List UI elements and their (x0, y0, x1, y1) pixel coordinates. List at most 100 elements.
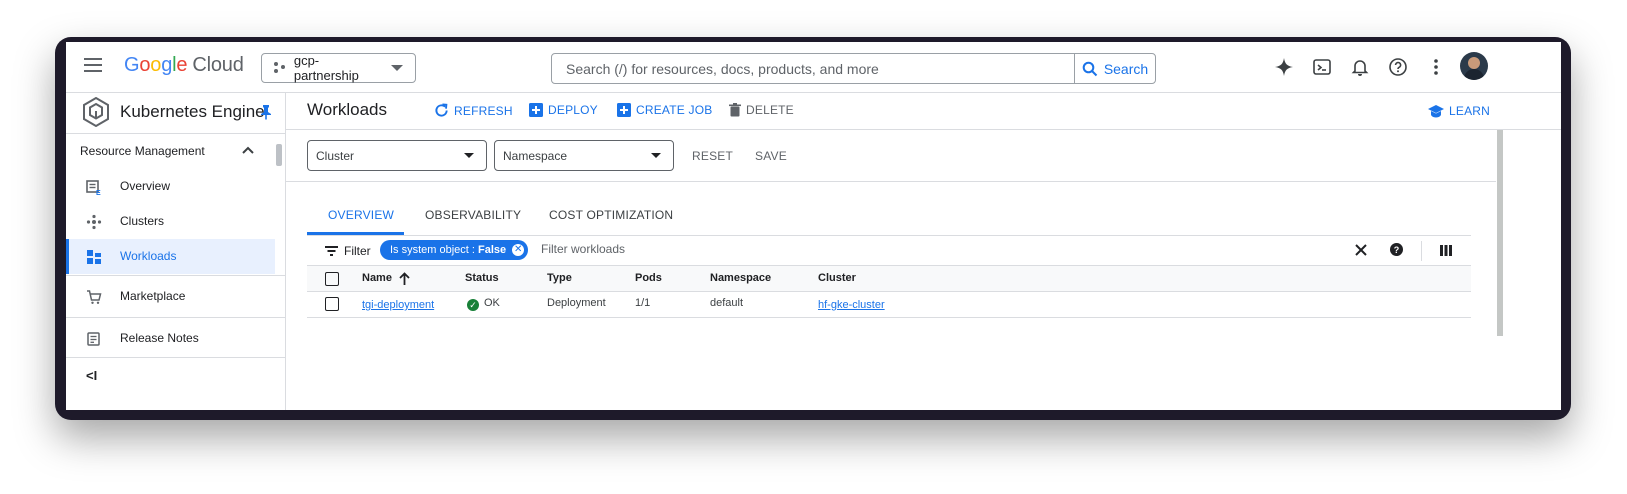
sidebar: Kubernetes Engine Resource Management E … (66, 93, 286, 410)
column-header-namespace[interactable]: Namespace (710, 272, 771, 284)
column-header-status[interactable]: Status (465, 272, 499, 284)
deploy-button[interactable]: DEPLOY (529, 103, 598, 117)
chevron-down-icon (391, 65, 403, 71)
sidebar-item-label: Release Notes (120, 331, 199, 345)
select-all-checkbox[interactable] (325, 272, 339, 286)
delete-button[interactable]: DELETE (729, 103, 794, 117)
add-box-icon (617, 103, 631, 117)
tab-bar: OVERVIEW OBSERVABILITY COST OPTIMIZATION (307, 205, 1471, 236)
project-selector[interactable]: gcp-partnership (261, 53, 416, 83)
divider (286, 181, 1496, 182)
filter-workloads-input[interactable] (539, 241, 1043, 257)
main-scrollbar[interactable] (1497, 130, 1503, 336)
refresh-button[interactable]: REFRESH (434, 103, 513, 118)
column-header-pods[interactable]: Pods (635, 272, 662, 284)
divider (66, 357, 285, 358)
filter-chip[interactable]: Is system object : False ✕ (380, 240, 529, 260)
row-checkbox[interactable] (325, 297, 339, 311)
gemini-icon[interactable] (1272, 55, 1296, 79)
sidebar-item-clusters[interactable]: Clusters (66, 204, 272, 239)
collapse-sidebar-button[interactable]: <I (86, 368, 97, 383)
workloads-icon (87, 250, 101, 264)
pin-icon[interactable] (260, 104, 272, 120)
divider (66, 317, 285, 318)
section-header[interactable]: Resource Management (66, 133, 285, 170)
main-menu-icon[interactable] (84, 58, 102, 72)
pods-cell: 1/1 (635, 297, 651, 309)
status-cell: ✓ OK (467, 297, 500, 311)
svg-text:E: E (96, 190, 101, 195)
filter-button[interactable]: Filter (325, 244, 371, 258)
remove-chip-icon[interactable]: ✕ (512, 244, 525, 256)
avatar[interactable] (1460, 52, 1488, 80)
search-button[interactable]: Search (1074, 54, 1155, 83)
sidebar-item-release-notes[interactable]: Release Notes (66, 321, 272, 356)
learn-label: LEARN (1449, 104, 1491, 118)
delete-label: DELETE (746, 103, 794, 117)
deploy-label: DEPLOY (548, 103, 598, 117)
tab-overview[interactable]: OVERVIEW (328, 208, 394, 222)
column-header-name[interactable]: Name (362, 272, 392, 284)
more-vert-icon[interactable] (1424, 55, 1448, 79)
filter-chip-text: Is system object : False (390, 244, 507, 256)
search-button-label: Search (1103, 60, 1149, 77)
chevron-up-icon[interactable] (242, 146, 254, 154)
column-header-type[interactable]: Type (547, 272, 572, 284)
column-display-icon[interactable] (1440, 245, 1452, 256)
top-bar: Google Cloud gcp-partnership Search (66, 42, 1561, 93)
sort-ascending-icon[interactable] (399, 272, 410, 285)
sidebar-scrollbar[interactable] (276, 144, 282, 166)
sidebar-item-overview[interactable]: E Overview (66, 169, 272, 204)
cloud-shell-icon[interactable] (1310, 55, 1334, 79)
dropdown-arrow-icon (464, 153, 474, 158)
kubernetes-engine-icon (83, 97, 109, 127)
create-job-button[interactable]: CREATE JOB (617, 103, 712, 117)
active-tab-indicator (307, 232, 404, 235)
marketplace-icon (87, 290, 102, 304)
notifications-icon[interactable] (1348, 55, 1372, 79)
cluster-select[interactable]: Cluster (307, 140, 487, 171)
cluster-select-label: Cluster (316, 148, 355, 163)
filter-bar: Filter Is system object : False ✕ ? (307, 237, 1471, 266)
dropdown-arrow-icon (651, 153, 661, 158)
sidebar-item-label: Overview (120, 179, 171, 193)
tab-cost-optimization[interactable]: COST OPTIMIZATION (549, 208, 673, 222)
cluster-link[interactable]: hf-gke-cluster (818, 299, 885, 311)
google-cloud-logo[interactable]: Google Cloud (124, 54, 244, 77)
save-button[interactable]: SAVE (755, 149, 787, 163)
namespace-cell: default (710, 297, 744, 309)
svg-text:?: ? (1394, 245, 1400, 255)
school-icon (1428, 104, 1444, 117)
refresh-label: REFRESH (454, 103, 513, 118)
learn-button[interactable]: LEARN (1428, 104, 1490, 118)
help-circle-icon[interactable]: ? (1390, 243, 1403, 256)
namespace-select[interactable]: Namespace (494, 140, 674, 171)
release-notes-icon (87, 332, 100, 346)
table-row: tgi-deployment ✓ OK Deployment 1/1 defaul… (307, 291, 1471, 318)
search-icon (1082, 61, 1098, 76)
add-box-icon (529, 103, 543, 117)
divider (66, 275, 285, 276)
column-header-cluster[interactable]: Cluster (818, 272, 856, 284)
workload-name-link[interactable]: tgi-deployment (362, 299, 434, 311)
close-icon[interactable] (1355, 244, 1367, 256)
overview-icon: E (86, 180, 101, 195)
search-input[interactable] (552, 54, 1074, 83)
sidebar-item-label: Marketplace (120, 289, 186, 303)
sidebar-item-workloads[interactable]: Workloads (66, 239, 275, 274)
product-title: Kubernetes Engine (120, 102, 265, 121)
reset-button[interactable]: RESET (692, 149, 733, 163)
filter-list-icon (325, 246, 338, 256)
page-title: Workloads (307, 100, 387, 119)
product-header: Kubernetes Engine (66, 93, 285, 133)
type-cell: Deployment (547, 297, 606, 309)
divider (1421, 241, 1422, 261)
refresh-icon (435, 103, 448, 117)
sidebar-item-marketplace[interactable]: Marketplace (66, 279, 272, 314)
clusters-icon (86, 214, 102, 230)
trash-icon (729, 103, 741, 117)
sidebar-item-label: Workloads (120, 249, 177, 263)
tab-observability[interactable]: OBSERVABILITY (425, 208, 521, 222)
help-icon[interactable] (1386, 55, 1410, 79)
main-content: Workloads REFRESH DEPLOY CREATE JOB DELE… (286, 93, 1561, 410)
